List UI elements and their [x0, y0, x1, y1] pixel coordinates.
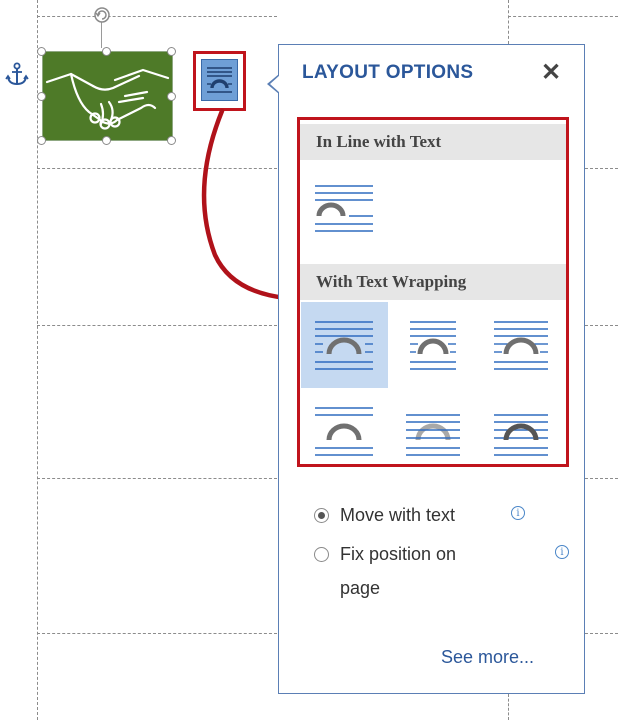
- info-icon[interactable]: i: [511, 506, 525, 520]
- fix-position-label-line2: page: [340, 578, 381, 598]
- info-icon[interactable]: i: [555, 545, 569, 559]
- move-with-text-label: Move with text: [340, 505, 456, 525]
- radio-dot: [318, 512, 325, 519]
- popup-title: LAYOUT OPTIONS: [302, 62, 474, 83]
- fix-position-label-line1: Fix position on: [340, 544, 457, 564]
- see-more-link[interactable]: See more...: [441, 647, 534, 668]
- popup-pointer-inner: [270, 75, 280, 93]
- move-with-text-option[interactable]: Move with text: [314, 505, 544, 529]
- fix-position-radio[interactable]: [314, 547, 329, 562]
- close-icon[interactable]: ✕: [541, 58, 561, 87]
- wrap-options-highlight: [297, 117, 569, 467]
- move-with-text-radio[interactable]: [314, 508, 329, 523]
- fix-position-option[interactable]: Fix position on page: [314, 544, 524, 600]
